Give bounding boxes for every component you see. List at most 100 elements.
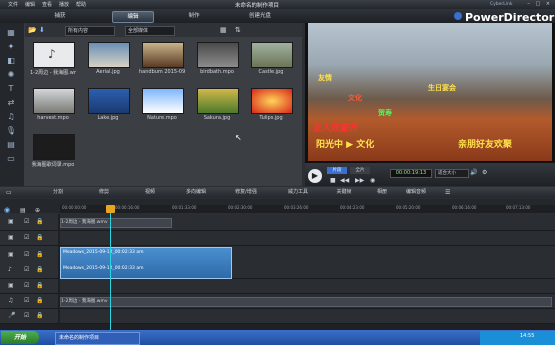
particle-room-icon[interactable]: ✺	[4, 70, 18, 80]
track-lane[interactable]	[60, 279, 555, 294]
ruler-mark: 00:02:30:00	[228, 205, 253, 210]
timecode-display[interactable]: 00:00:19:13	[390, 169, 432, 178]
media-thumb-9[interactable]	[197, 88, 239, 114]
voiceover-icon[interactable]: 🎙	[4, 126, 18, 136]
media-thumb-10[interactable]	[251, 88, 293, 114]
tab-produce[interactable]: 制作	[176, 11, 212, 21]
stop-icon[interactable]: ■	[330, 177, 336, 184]
audio-mix-icon[interactable]: ♫	[4, 112, 18, 122]
music-note-icon: ♪	[48, 47, 56, 61]
import-folder-icon[interactable]: 📂	[28, 26, 37, 34]
storyboard-icon[interactable]: ▤	[20, 207, 26, 214]
media-label-4: birdbath.mpo	[200, 69, 234, 75]
split-button[interactable]: 分割	[48, 188, 68, 196]
multicam-button[interactable]: 多向编辑	[180, 188, 212, 196]
chapter-room-icon[interactable]: ▤	[4, 140, 18, 150]
menu-help[interactable]: 帮助	[76, 1, 86, 8]
track-lock-icon[interactable]: 🔒	[36, 297, 43, 304]
play-button[interactable]: ▶	[308, 169, 322, 183]
effect-room-icon[interactable]: ✦	[4, 42, 18, 52]
power-tools-button[interactable]: 威力工具	[282, 188, 314, 196]
subtitle-room-icon[interactable]: ▭	[4, 154, 18, 164]
album-button[interactable]: 相册	[372, 188, 392, 196]
media-thumb-4[interactable]	[197, 42, 239, 68]
cyberlink-logo-icon	[454, 12, 462, 20]
title-room-icon[interactable]: T	[4, 84, 18, 94]
media-thumb-2[interactable]	[88, 42, 130, 68]
media-thumb-5[interactable]	[251, 42, 293, 68]
timeline-clip-video[interactable]: Meadows_2015-09-12_00:02:33 am Meadows_2…	[60, 247, 232, 279]
track-lock-icon[interactable]: 🔒	[36, 218, 43, 225]
taskbar-app-button[interactable]: 未命名的制作项目	[55, 332, 140, 345]
track-enable-checkbox[interactable]: ☑	[24, 297, 29, 304]
movie-mode-button[interactable]: 全片	[350, 167, 370, 174]
trim-button[interactable]: 修剪	[94, 188, 114, 196]
media-thumb-11[interactable]	[33, 134, 75, 160]
track-enable-checkbox[interactable]: ☑	[24, 218, 29, 225]
media-room-icon[interactable]: ▦	[4, 28, 18, 38]
keyframe-button[interactable]: 关键帧	[332, 188, 356, 196]
download-icon[interactable]: ⬇	[39, 26, 45, 34]
3d-toggle-icon[interactable]: ⚙	[482, 169, 487, 176]
menu-play[interactable]: 播放	[59, 1, 69, 8]
zoom-fit-select[interactable]: 适合大小	[435, 169, 469, 178]
ruler-mark: 00:01:33:00	[172, 205, 197, 210]
pip-room-icon[interactable]: ◧	[4, 56, 18, 66]
media-thumb-1[interactable]: ♪	[33, 42, 75, 68]
zoom-icon[interactable]: ⊕	[35, 207, 40, 214]
sort-icon[interactable]: ⇅	[235, 26, 241, 34]
media-thumb-8[interactable]	[142, 88, 184, 114]
window-controls[interactable]: – □ ×	[527, 1, 552, 7]
track-enable-checkbox[interactable]: ☑	[24, 282, 29, 289]
taskbar-clock: 14:55	[520, 333, 535, 339]
grid-view-icon[interactable]: ▦	[220, 26, 227, 34]
next-frame-icon[interactable]: ▶▶	[355, 177, 364, 184]
media-thumb-3[interactable]	[142, 42, 184, 68]
track-enable-checkbox[interactable]: ☑	[24, 266, 29, 273]
track-lock-icon[interactable]: 🔒	[36, 251, 43, 258]
timeline-clip-text[interactable]: 1-2周边 - 我海图.wmv	[60, 218, 172, 228]
media-label-7: Lake.jpg	[97, 115, 119, 121]
fix-enhance-button[interactable]: 修复/增强	[230, 188, 262, 196]
timeline-settings-icon[interactable]: ☰	[445, 189, 450, 196]
track-enable-checkbox[interactable]: ☑	[24, 234, 29, 241]
prev-frame-icon[interactable]: ◀◀	[340, 177, 349, 184]
track-lock-icon[interactable]: 🔒	[36, 266, 43, 273]
start-button[interactable]: 开始	[1, 331, 39, 344]
cyberlink-link[interactable]: CyberLink	[490, 2, 513, 7]
menu-view[interactable]: 查看	[42, 1, 52, 8]
tab-create-disc[interactable]: 创建光盘	[240, 11, 280, 21]
track-lane[interactable]	[60, 309, 555, 324]
track-lock-icon[interactable]: 🔒	[36, 282, 43, 289]
track-lane[interactable]	[60, 231, 555, 246]
edit-audio-button[interactable]: 编辑音频	[400, 188, 432, 196]
overlay-text-3: 生日宴会	[428, 84, 456, 92]
tab-capture[interactable]: 捕获	[42, 11, 78, 21]
clip-mode-button[interactable]: 片段	[327, 167, 347, 174]
playhead-line[interactable]	[110, 205, 111, 330]
track-enable-checkbox[interactable]: ☑	[24, 312, 29, 319]
preview-frame: 友情 文化 生日宴会 贺寿 友人欢聚齐 阳光中 ▶ 文化 亲朋好友欢聚	[308, 23, 552, 161]
media-thumb-6[interactable]	[33, 88, 75, 114]
snapshot-icon[interactable]: ◉	[370, 177, 375, 184]
menu-file[interactable]: 文件	[8, 1, 18, 8]
content-filter-select[interactable]: 所有内容	[65, 26, 115, 36]
media-label-10: Tulips.jpg	[259, 115, 283, 121]
track-lock-icon[interactable]: 🔒	[36, 234, 43, 241]
playhead-handle[interactable]	[106, 205, 115, 213]
media-scope-select[interactable]: 全部媒体	[125, 26, 175, 36]
transition-room-icon[interactable]: ⇄	[4, 98, 18, 108]
volume-icon[interactable]: 🔊	[470, 169, 477, 176]
timeline-view-icon[interactable]: ▭	[6, 189, 12, 196]
media-thumb-7[interactable]	[88, 88, 130, 114]
timeline-mode-icon[interactable]: ◉	[4, 206, 10, 214]
track-type-icon: ▣	[8, 282, 14, 289]
media-label-5: Castle.jpg	[258, 69, 284, 75]
menu-edit[interactable]: 编辑	[25, 1, 35, 8]
track-enable-checkbox[interactable]: ☑	[24, 251, 29, 258]
track-lock-icon[interactable]: 🔒	[36, 312, 43, 319]
tab-edit[interactable]: 编辑	[112, 11, 154, 23]
overlay-text-5: 友人欢聚齐	[313, 124, 359, 134]
video-button[interactable]: 视频	[140, 188, 160, 196]
timeline-clip-audio[interactable]: 1-2周边 - 我海图.wmv	[60, 297, 552, 307]
